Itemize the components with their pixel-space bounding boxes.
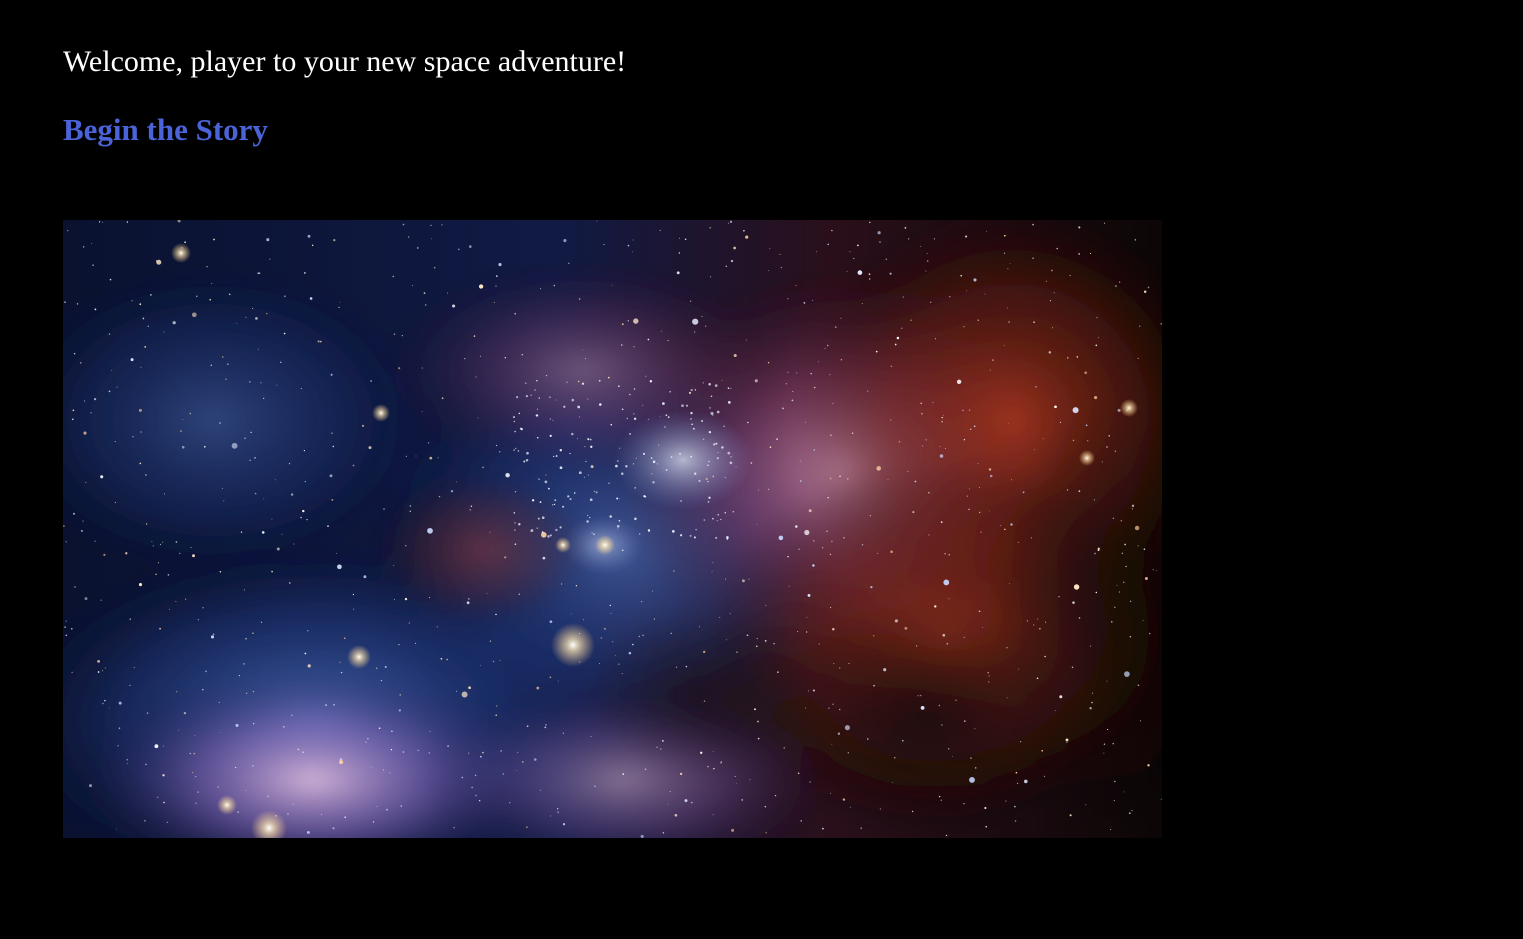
welcome-message: Welcome, player to your new space advent… [63, 45, 627, 78]
begin-story-link[interactable]: Begin the Story [63, 110, 268, 150]
nebula-image [63, 220, 1162, 838]
